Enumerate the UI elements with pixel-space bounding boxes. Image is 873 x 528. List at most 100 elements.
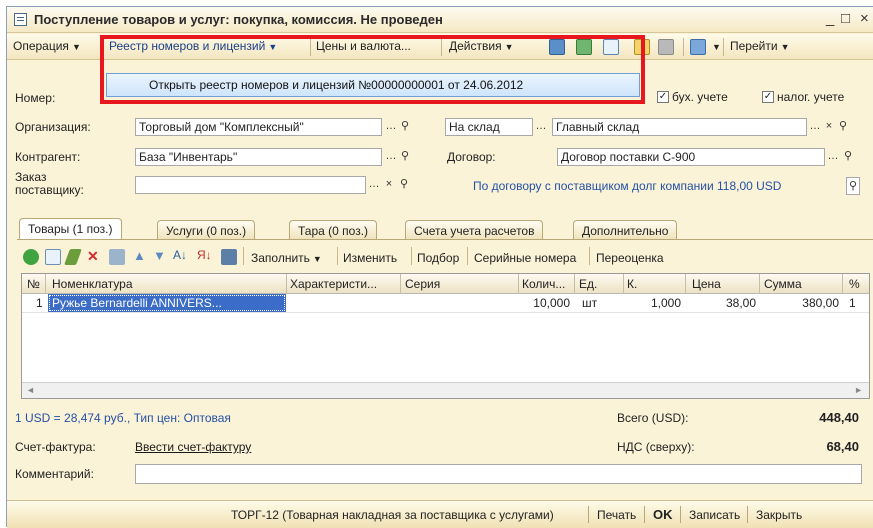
move-up-icon[interactable]: ▲ [133, 248, 146, 263]
close-window-button[interactable]: × [860, 10, 869, 27]
comment-field[interactable] [135, 464, 862, 484]
horizontal-scrollbar[interactable]: ◄ ► [22, 382, 869, 398]
copy-row-icon[interactable] [45, 249, 61, 265]
copy-document-icon[interactable] [603, 39, 619, 55]
col-characteristic[interactable]: Характеристи... [290, 277, 377, 291]
col-nomenclature[interactable]: Номенклатура [52, 277, 133, 291]
goods-table[interactable]: № Номенклатура Характеристи... Серия Кол… [21, 273, 870, 399]
buh-checkbox[interactable]: ✓ [657, 91, 669, 103]
nalog-checkbox[interactable]: ✓ [762, 91, 774, 103]
select-ellipsis-icon[interactable]: … [384, 148, 398, 166]
barcode-icon[interactable] [221, 249, 237, 265]
open-search-icon[interactable]: ⚲ [841, 148, 855, 166]
contract-field[interactable]: Договор поставки С-900 [557, 148, 825, 166]
report-icon[interactable] [658, 39, 674, 55]
organization-field[interactable]: Торговый дом "Комплексный" [135, 118, 382, 136]
currency-rate-link[interactable]: 1 USD = 28,474 руб., Тип цен: Оптовая [15, 411, 231, 425]
print-dropdown-arrow[interactable]: ▼ [709, 39, 721, 53]
cell-unit[interactable]: шт [582, 296, 597, 310]
prices-currency-button[interactable]: Цены и валюта... [316, 39, 411, 53]
table-row[interactable]: 1 Ружье Bernardelli ANNIVERS... 10,000 ш… [22, 294, 869, 313]
open-search-icon[interactable]: ⚲ [397, 176, 411, 194]
save-button[interactable]: Записать [689, 508, 740, 522]
select-ellipsis-icon[interactable]: … [534, 118, 548, 136]
toolbar-divider [337, 247, 338, 265]
create-based-on-icon[interactable] [634, 39, 650, 55]
open-search-icon[interactable]: ⚲ [398, 118, 412, 136]
col-vat-rate[interactable]: % [849, 277, 860, 291]
ok-button[interactable]: OK [653, 507, 673, 522]
toolbar-divider [723, 38, 724, 56]
open-search-icon[interactable]: ⚲ [836, 118, 850, 136]
col-series[interactable]: Серия [405, 277, 440, 291]
enter-invoice-link[interactable]: Ввести счет-фактуру [135, 440, 251, 454]
col-sum[interactable]: Сумма [764, 277, 802, 291]
cell-sum[interactable]: 380,00 [762, 296, 839, 310]
contractor-field[interactable]: База "Инвентарь" [135, 148, 382, 166]
add-row-icon[interactable] [23, 249, 39, 265]
close-button[interactable]: Закрыть [756, 508, 802, 522]
cell-vat-rate[interactable]: 1 [849, 296, 856, 310]
select-ellipsis-icon[interactable]: … [826, 148, 840, 166]
cell-price[interactable]: 38,00 [690, 296, 756, 310]
registry-dropdown-menu: Открыть реестр номеров и лицензий №00000… [106, 73, 640, 97]
warehouse-field[interactable]: Главный склад [552, 118, 807, 136]
clear-icon[interactable]: × [822, 118, 836, 136]
cell-quantity[interactable]: 10,000 [522, 296, 570, 310]
col-divider [518, 274, 519, 294]
cell-nomenclature[interactable]: Ружье Bernardelli ANNIVERS... [48, 294, 286, 312]
toolbar-divider [411, 247, 412, 265]
toolbar-divider [467, 247, 468, 265]
actions-menu-button[interactable]: Действия ▼ [449, 39, 514, 53]
sort-asc-icon[interactable]: A↓ [173, 248, 187, 262]
torg12-print-button[interactable]: ТОРГ-12 (Товарная накладная за поставщик… [231, 508, 554, 522]
debt-info-link[interactable]: По договору с поставщиком долг компании … [473, 179, 781, 193]
sort-desc-icon[interactable]: Я↓ [197, 248, 212, 262]
minimize-button[interactable]: _ [826, 10, 834, 27]
tab-additional[interactable]: Дополнительно [573, 220, 678, 240]
open-search-icon[interactable]: ⚲ [398, 148, 412, 166]
move-down-icon[interactable]: ▼ [153, 248, 166, 263]
supplier-order-field[interactable] [135, 176, 366, 194]
debt-search-icon[interactable]: ⚲ [846, 177, 860, 195]
col-unit[interactable]: Ед. [579, 277, 597, 291]
serial-numbers-button[interactable]: Серийные номера [474, 251, 576, 265]
operation-menu-button[interactable]: Операция ▼ [13, 39, 81, 53]
tab-goods[interactable]: Товары (1 поз.) [19, 218, 122, 240]
print-settings-icon[interactable] [690, 39, 706, 55]
col-price[interactable]: Цена [692, 277, 721, 291]
maximize-button[interactable]: □ [841, 10, 850, 27]
select-button[interactable]: Подбор [417, 251, 459, 265]
tab-accounts[interactable]: Счета учета расчетов [405, 220, 544, 240]
total-value: 448,40 [819, 410, 859, 425]
scroll-right-icon[interactable]: ► [854, 385, 863, 395]
registry-menu-button[interactable]: Реестр номеров и лицензий ▼ [109, 39, 277, 53]
document-structure-icon[interactable] [549, 39, 565, 55]
toolbar-divider [243, 247, 244, 265]
clear-icon[interactable]: × [382, 176, 396, 194]
fill-menu-button[interactable]: Заполнить ▼ [251, 251, 322, 265]
scroll-left-icon[interactable]: ◄ [26, 385, 35, 395]
movements-icon[interactable] [576, 39, 592, 55]
tab-services[interactable]: Услуги (0 поз.) [157, 220, 256, 240]
goto-menu-button[interactable]: Перейти ▼ [730, 39, 789, 53]
delete-row-icon[interactable]: ✕ [87, 248, 99, 265]
col-number[interactable]: № [27, 277, 40, 291]
select-ellipsis-icon[interactable]: … [384, 118, 398, 136]
end-edit-icon[interactable] [109, 249, 125, 265]
select-ellipsis-icon[interactable]: … [808, 118, 822, 136]
print-button[interactable]: Печать [597, 508, 636, 522]
operation-label: Операция [13, 39, 69, 53]
col-coef[interactable]: К. [627, 277, 637, 291]
revaluation-button[interactable]: Переоценка [596, 251, 664, 265]
select-ellipsis-icon[interactable]: … [367, 176, 381, 194]
cell-coef[interactable]: 1,000 [627, 296, 681, 310]
document-icon [14, 13, 27, 26]
warehouse-type-field[interactable]: На склад [445, 118, 533, 136]
col-divider [759, 274, 760, 294]
tab-containers[interactable]: Тара (0 поз.) [289, 220, 378, 240]
toolbar-divider [441, 38, 442, 56]
open-registry-menu-item[interactable]: Открыть реестр номеров и лицензий №00000… [149, 78, 523, 92]
change-button[interactable]: Изменить [343, 251, 397, 265]
col-quantity[interactable]: Колич... [522, 277, 565, 291]
